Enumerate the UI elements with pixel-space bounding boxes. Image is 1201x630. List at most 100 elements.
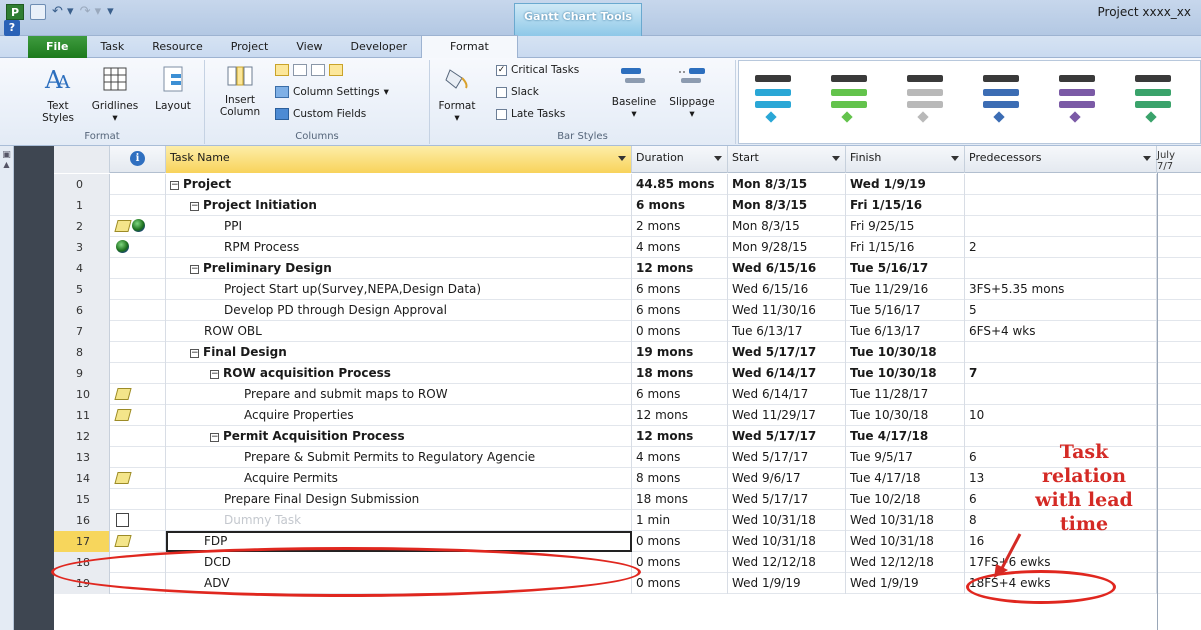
row-id-cell[interactable]: 14 <box>54 468 110 489</box>
indicators-cell[interactable] <box>110 174 166 195</box>
hyperlink-globe-icon[interactable] <box>116 240 129 253</box>
collapse-icon[interactable]: − <box>170 181 179 190</box>
task-name-cell[interactable]: − Project Initiation <box>166 195 632 216</box>
duration-cell[interactable]: 0 mons <box>632 552 728 573</box>
gantt-bar-cell[interactable] <box>1157 552 1201 573</box>
task-name-cell[interactable]: Acquire Properties <box>166 405 632 426</box>
gantt-bar-cell[interactable] <box>1157 342 1201 363</box>
row-id-cell[interactable]: 2 <box>54 216 110 237</box>
duration-cell[interactable]: 0 mons <box>632 573 728 594</box>
custom-fields-button[interactable]: Custom Fields <box>275 106 366 122</box>
start-cell[interactable]: Wed 10/31/18 <box>728 531 846 552</box>
indicators-cell[interactable] <box>110 300 166 321</box>
indicators-cell[interactable] <box>110 342 166 363</box>
start-cell[interactable]: Wed 5/17/17 <box>728 447 846 468</box>
indicators-cell[interactable] <box>110 405 166 426</box>
gantt-bar-cell[interactable] <box>1157 195 1201 216</box>
indicators-cell[interactable] <box>110 531 166 552</box>
align-right-icon[interactable] <box>311 64 325 76</box>
task-name-cell[interactable]: Prepare Final Design Submission <box>166 489 632 510</box>
predecessors-cell[interactable] <box>965 174 1157 195</box>
row-id-cell[interactable]: 5 <box>54 279 110 300</box>
finish-cell[interactable]: Wed 1/9/19 <box>846 174 965 195</box>
tab-project[interactable]: Project <box>217 36 283 58</box>
duration-cell[interactable]: 12 mons <box>632 405 728 426</box>
gantt-bar-cell[interactable] <box>1157 468 1201 489</box>
duration-header[interactable]: Duration <box>632 146 728 173</box>
task-name-cell[interactable]: ROW OBL <box>166 321 632 342</box>
duration-cell[interactable]: 0 mons <box>632 321 728 342</box>
finish-cell[interactable]: Tue 10/30/18 <box>846 405 965 426</box>
duration-cell[interactable]: 4 mons <box>632 237 728 258</box>
duration-cell[interactable]: 19 mons <box>632 342 728 363</box>
undo-icon[interactable]: ↶ ▾ <box>52 4 74 20</box>
row-id-cell[interactable]: 8 <box>54 342 110 363</box>
table-row[interactable]: 3 RPM Process 4 mons Mon 9/28/15 Fri 1/15/16… <box>54 237 1201 258</box>
gantt-bar-cell[interactable] <box>1157 573 1201 594</box>
start-cell[interactable]: Wed 10/31/18 <box>728 510 846 531</box>
gridlines-button[interactable]: Gridlines ▾ <box>84 64 146 124</box>
start-cell[interactable]: Mon 9/28/15 <box>728 237 846 258</box>
table-row[interactable]: 4− Preliminary Design 12 mons Wed 6/15/16 Tu… <box>54 258 1201 279</box>
predecessors-header[interactable]: Predecessors <box>965 146 1157 173</box>
collapse-icon[interactable]: − <box>190 202 199 211</box>
view-bar[interactable]: ▣ ▲ <box>0 146 14 630</box>
predecessors-cell[interactable] <box>965 216 1157 237</box>
task-name-cell[interactable]: Develop PD through Design Approval <box>166 300 632 321</box>
row-id-cell[interactable]: 15 <box>54 489 110 510</box>
table-row[interactable]: 7 ROW OBL 0 mons Tue 6/13/17 Tue 6/13/17 6FS+… <box>54 321 1201 342</box>
duration-cell[interactable]: 1 min <box>632 510 728 531</box>
indicators-cell[interactable] <box>110 489 166 510</box>
duration-cell[interactable]: 0 mons <box>632 531 728 552</box>
predecessors-cell[interactable] <box>965 258 1157 279</box>
finish-cell[interactable]: Tue 6/13/17 <box>846 321 965 342</box>
gantt-bar-cell[interactable] <box>1157 237 1201 258</box>
gantt-bar-cell[interactable] <box>1157 216 1201 237</box>
finish-cell[interactable]: Fri 1/15/16 <box>846 195 965 216</box>
start-cell[interactable]: Wed 9/6/17 <box>728 468 846 489</box>
row-id-cell[interactable]: 11 <box>54 405 110 426</box>
gantt-style-option[interactable] <box>1055 71 1099 125</box>
row-id-cell[interactable]: 12 <box>54 426 110 447</box>
task-name-cell[interactable]: Prepare & Submit Permits to Regulatory A… <box>166 447 632 468</box>
collapse-icon[interactable]: − <box>190 265 199 274</box>
gantt-style-gallery[interactable] <box>738 60 1201 144</box>
table-row[interactable]: 0− Project 44.85 mons Mon 8/3/15 Wed 1/9/19 <box>54 174 1201 195</box>
start-cell[interactable]: Wed 5/17/17 <box>728 426 846 447</box>
chevron-down-icon[interactable] <box>714 156 722 161</box>
task-name-cell[interactable]: − Final Design <box>166 342 632 363</box>
task-name-cell[interactable]: − Permit Acquisition Process <box>166 426 632 447</box>
row-id-cell[interactable]: 13 <box>54 447 110 468</box>
indicators-cell[interactable] <box>110 237 166 258</box>
collapse-icon[interactable]: − <box>190 349 199 358</box>
gantt-bar-cell[interactable] <box>1157 489 1201 510</box>
start-cell[interactable]: Wed 11/29/17 <box>728 405 846 426</box>
start-header[interactable]: Start <box>728 146 846 173</box>
align-center-icon[interactable] <box>293 64 307 76</box>
tab-format[interactable]: Format <box>421 35 518 58</box>
duration-cell[interactable]: 12 mons <box>632 258 728 279</box>
duration-cell[interactable]: 44.85 mons <box>632 174 728 195</box>
layout-button[interactable]: Layout <box>150 64 196 112</box>
task-name-cell[interactable]: Dummy Task <box>166 510 632 531</box>
baseline-button[interactable]: Baseline ▾ <box>606 64 662 120</box>
start-cell[interactable]: Wed 5/17/17 <box>728 342 846 363</box>
task-name-cell[interactable]: PPI <box>166 216 632 237</box>
start-cell[interactable]: Mon 8/3/15 <box>728 216 846 237</box>
note-icon[interactable] <box>114 472 132 484</box>
wrap-text-icon[interactable] <box>329 64 343 76</box>
customize-qat-icon[interactable]: ▾ <box>107 4 114 20</box>
start-cell[interactable]: Wed 6/14/17 <box>728 384 846 405</box>
gantt-bar-cell[interactable] <box>1157 531 1201 552</box>
row-id-cell[interactable]: 1 <box>54 195 110 216</box>
table-row[interactable]: 2 PPI 2 mons Mon 8/3/15 Fri 9/25/15 <box>54 216 1201 237</box>
hyperlink-globe-icon[interactable] <box>132 219 145 232</box>
indicators-cell[interactable] <box>110 195 166 216</box>
gantt-bar-cell[interactable] <box>1157 405 1201 426</box>
row-id-cell[interactable]: 10 <box>54 384 110 405</box>
start-cell[interactable]: Wed 11/30/16 <box>728 300 846 321</box>
insert-column-button[interactable]: Insert Column <box>215 64 265 118</box>
start-cell[interactable]: Mon 8/3/15 <box>728 195 846 216</box>
start-cell[interactable]: Tue 6/13/17 <box>728 321 846 342</box>
slippage-button[interactable]: Slippage ▾ <box>664 64 720 120</box>
